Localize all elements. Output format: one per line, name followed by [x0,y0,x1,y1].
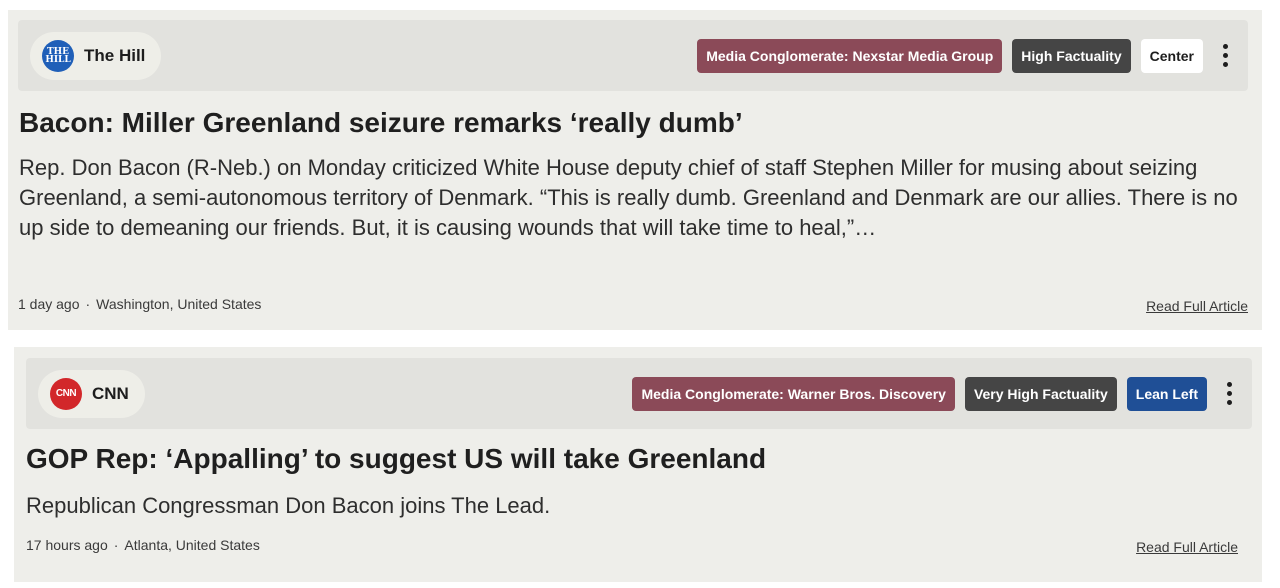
source-name: CNN [92,383,129,403]
read-full-article-link[interactable]: Read Full Article [1146,298,1248,314]
article-summary: Republican Congressman Don Bacon joins T… [26,493,551,518]
factuality-badge[interactable]: High Factuality [1012,38,1131,73]
read-full-article-link[interactable]: Read Full Article [1136,539,1238,555]
kebab-menu-icon[interactable] [1217,40,1234,71]
article-time: 1 day ago [18,296,80,312]
article-location: Washington, United States [96,296,262,312]
ownership-badge[interactable]: Media Conglomerate: Warner Bros. Discove… [632,376,955,411]
meta-separator: · [85,296,91,312]
source-button[interactable]: CNN CNN [38,369,145,418]
article-time: 17 hours ago [26,537,108,553]
article-headline[interactable]: GOP Rep: ‘Appalling’ to suggest US will … [26,443,766,475]
article-headline[interactable]: Bacon: Miller Greenland seizure remarks … [19,107,743,139]
article-meta: 1 day ago · Washington, United States [18,296,261,312]
meta-separator: · [113,537,119,553]
article-meta: 17 hours ago · Atlanta, United States [26,537,260,553]
bias-badge[interactable]: Lean Left [1126,376,1207,411]
source-bar: THE HILL The Hill Media Conglomerate: Ne… [18,20,1248,91]
the-hill-logo: THE HILL [42,39,74,72]
article-card: THE HILL The Hill Media Conglomerate: Ne… [8,10,1262,330]
article-location: Atlanta, United States [124,537,260,553]
article-summary: Rep. Don Bacon (R-Neb.) on Monday critic… [19,155,1238,240]
cnn-logo: CNN [50,377,82,410]
kebab-menu-icon[interactable] [1221,378,1238,409]
bias-badge[interactable]: Center [1140,38,1203,73]
badge-group: Media Conglomerate: Nexstar Media Group … [697,38,1234,73]
ownership-badge[interactable]: Media Conglomerate: Nexstar Media Group [697,38,1003,73]
article-card: CNN CNN Media Conglomerate: Warner Bros.… [14,347,1262,582]
source-name: The Hill [84,45,146,65]
factuality-badge[interactable]: Very High Factuality [964,376,1117,411]
source-bar: CNN CNN Media Conglomerate: Warner Bros.… [26,358,1252,429]
source-button[interactable]: THE HILL The Hill [30,31,162,80]
badge-group: Media Conglomerate: Warner Bros. Discove… [632,376,1238,411]
